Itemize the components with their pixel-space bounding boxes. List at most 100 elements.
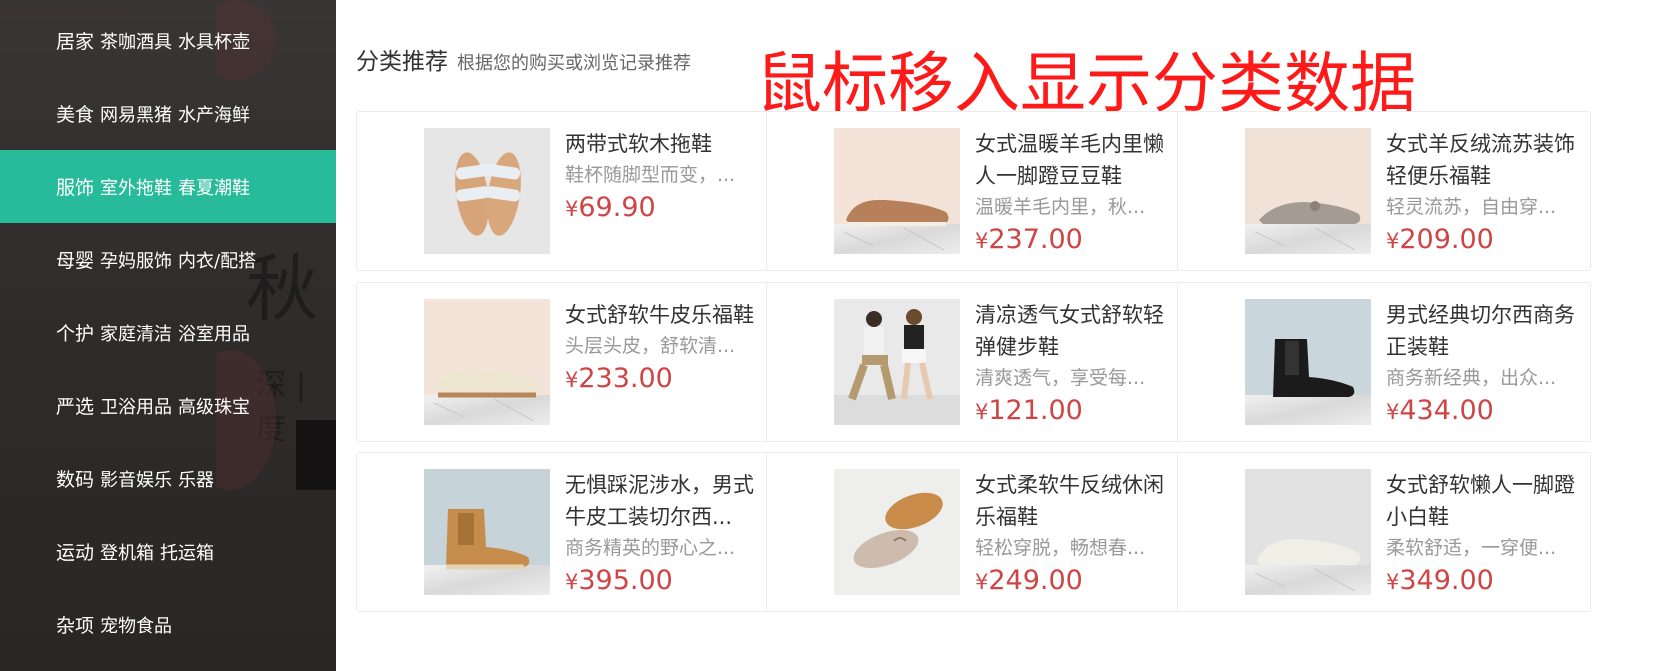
- product-card[interactable]: 女式柔软牛反绒休闲乐福鞋 轻松穿脱，畅想春... ¥249.00: [766, 452, 1180, 612]
- product-desc: 头层头皮，舒软清...: [565, 335, 736, 357]
- product-price: ¥209.00: [1386, 222, 1582, 259]
- category-sub-link[interactable]: 网易黑猪: [100, 101, 172, 127]
- price-value: 395.00: [578, 565, 673, 596]
- product-info: 清凉透气女式舒软轻弹健步鞋 清爽透气，享受每... ¥121.00: [975, 299, 1171, 430]
- product-name[interactable]: 女式舒软牛皮乐福鞋: [565, 299, 761, 331]
- currency-symbol: ¥: [1386, 570, 1400, 594]
- category-main-link[interactable]: 杂项: [56, 611, 94, 638]
- sidebar-item-0[interactable]: 居家 茶咖酒具 水具杯壶: [0, 4, 336, 77]
- product-card[interactable]: 女式舒软懒人一脚蹬小白鞋 柔软舒适，一穿便... ¥349.00: [1177, 452, 1591, 612]
- product-desc: 温暖羊毛内里，秋...: [975, 196, 1146, 218]
- product-price: ¥249.00: [975, 563, 1171, 600]
- category-sub-link[interactable]: 高级珠宝: [178, 393, 250, 419]
- category-sub-link[interactable]: 家庭清洁: [100, 320, 172, 346]
- product-image[interactable]: [424, 128, 550, 254]
- sidebar-item-7[interactable]: 运动 登机箱 托运箱: [0, 515, 336, 588]
- category-main-link[interactable]: 母婴: [56, 246, 94, 273]
- product-name[interactable]: 女式温暖羊毛内里懒人一脚蹬豆豆鞋: [975, 128, 1171, 192]
- product-image[interactable]: [424, 469, 550, 595]
- currency-symbol: ¥: [565, 570, 579, 594]
- price-value: 237.00: [988, 224, 1083, 255]
- product-desc: 鞋杯随脚型而变，...: [565, 164, 736, 186]
- category-main-link[interactable]: 服饰: [56, 173, 94, 200]
- category-sub-link[interactable]: 水产海鲜: [178, 101, 250, 127]
- category-sub-link[interactable]: 登机箱: [100, 539, 154, 565]
- product-card[interactable]: 女式舒软牛皮乐福鞋 头层头皮，舒软清... ¥233.00: [356, 282, 770, 442]
- product-name[interactable]: 女式舒软懒人一脚蹬小白鞋: [1386, 469, 1582, 533]
- sidebar-item-4[interactable]: 个护 家庭清洁 浴室用品: [0, 296, 336, 369]
- currency-symbol: ¥: [565, 368, 579, 392]
- category-main-link[interactable]: 数码: [56, 465, 94, 492]
- product-image[interactable]: [834, 299, 960, 425]
- category-main-link[interactable]: 严选: [56, 392, 94, 419]
- currency-symbol: ¥: [1386, 400, 1400, 424]
- price-value: 434.00: [1399, 395, 1494, 426]
- product-card[interactable]: 女式温暖羊毛内里懒人一脚蹬豆豆鞋 温暖羊毛内里，秋... ¥237.00: [766, 111, 1180, 271]
- category-sub-link[interactable]: 室外拖鞋: [100, 174, 172, 200]
- category-sub-link[interactable]: 水具杯壶: [178, 28, 250, 54]
- product-name[interactable]: 女式柔软牛反绒休闲乐福鞋: [975, 469, 1171, 533]
- price-value: 69.90: [578, 192, 656, 223]
- product-name[interactable]: 两带式软木拖鞋: [565, 128, 761, 160]
- category-sidebar: 秋 深|度 居家 茶咖酒具 水具杯壶 美食 网易黑猪 水产海鲜 服饰 室外拖鞋 春夏潮鞋 母婴 孕妈…: [0, 0, 336, 671]
- product-name[interactable]: 男式经典切尔西商务正装鞋: [1386, 299, 1582, 363]
- product-name[interactable]: 清凉透气女式舒软轻弹健步鞋: [975, 299, 1171, 363]
- sidebar-item-1[interactable]: 美食 网易黑猪 水产海鲜: [0, 77, 336, 150]
- product-card[interactable]: 两带式软木拖鞋 鞋杯随脚型而变，... ¥69.90: [356, 111, 770, 271]
- product-info: 女式舒软牛皮乐福鞋 头层头皮，舒软清... ¥233.00: [565, 299, 761, 398]
- category-main-link[interactable]: 运动: [56, 538, 94, 565]
- product-desc: 商务新经典，出众...: [1386, 367, 1557, 389]
- panel-subtitle: 根据您的购买或浏览记录推荐: [457, 53, 691, 74]
- product-desc: 轻松穿脱，畅想春...: [975, 537, 1146, 559]
- category-sub-link[interactable]: 乐器: [178, 466, 214, 492]
- product-image[interactable]: [834, 128, 960, 254]
- sidebar-item-3[interactable]: 母婴 孕妈服饰 内衣/配搭: [0, 223, 336, 296]
- product-info: 女式羊反绒流苏装饰轻便乐福鞋 轻灵流苏，自由穿... ¥209.00: [1386, 128, 1582, 259]
- category-page: 秋 深|度 居家 茶咖酒具 水具杯壶 美食 网易黑猪 水产海鲜 服饰 室外拖鞋 春夏潮鞋 母婴 孕妈…: [0, 0, 1653, 671]
- category-sub-link[interactable]: 影音娱乐: [100, 466, 172, 492]
- category-sub-link[interactable]: 内衣/配搭: [178, 247, 256, 273]
- product-image[interactable]: [1245, 128, 1371, 254]
- price-value: 249.00: [988, 565, 1083, 596]
- product-card[interactable]: 清凉透气女式舒软轻弹健步鞋 清爽透气，享受每... ¥121.00: [766, 282, 1180, 442]
- panel-header: 分类推荐 根据您的购买或浏览记录推荐: [356, 42, 691, 76]
- category-main-link[interactable]: 居家: [56, 27, 94, 54]
- category-sub-link[interactable]: 宠物食品: [100, 612, 172, 638]
- product-name[interactable]: 女式羊反绒流苏装饰轻便乐福鞋: [1386, 128, 1582, 192]
- price-value: 121.00: [988, 395, 1083, 426]
- product-desc: 清爽透气，享受每...: [975, 367, 1146, 389]
- category-sub-link[interactable]: 浴室用品: [178, 320, 250, 346]
- sidebar-item-5[interactable]: 严选 卫浴用品 高级珠宝: [0, 369, 336, 442]
- category-main-link[interactable]: 美食: [56, 100, 94, 127]
- product-desc: 柔软舒适，一穿便...: [1386, 537, 1557, 559]
- product-info: 女式舒软懒人一脚蹬小白鞋 柔软舒适，一穿便... ¥349.00: [1386, 469, 1582, 600]
- product-info: 两带式软木拖鞋 鞋杯随脚型而变，... ¥69.90: [565, 128, 761, 227]
- product-card[interactable]: 无惧踩泥涉水，男式牛皮工装切尔西... 商务精英的野心之... ¥395.00: [356, 452, 770, 612]
- product-image[interactable]: [1245, 299, 1371, 425]
- sidebar-item-8[interactable]: 杂项 宠物食品: [0, 588, 336, 661]
- category-sub-link[interactable]: 茶咖酒具: [100, 28, 172, 54]
- sidebar-item-2[interactable]: 服饰 室外拖鞋 春夏潮鞋: [0, 150, 336, 223]
- product-image[interactable]: [834, 469, 960, 595]
- category-sub-link[interactable]: 托运箱: [160, 539, 214, 565]
- product-name[interactable]: 无惧踩泥涉水，男式牛皮工装切尔西...: [565, 469, 761, 533]
- price-value: 349.00: [1399, 565, 1494, 596]
- product-card[interactable]: 女式羊反绒流苏装饰轻便乐福鞋 轻灵流苏，自由穿... ¥209.00: [1177, 111, 1591, 271]
- sidebar-item-6[interactable]: 数码 影音娱乐 乐器: [0, 442, 336, 515]
- category-sub-link[interactable]: 孕妈服饰: [100, 247, 172, 273]
- currency-symbol: ¥: [975, 229, 989, 253]
- currency-symbol: ¥: [975, 400, 989, 424]
- category-list: 居家 茶咖酒具 水具杯壶 美食 网易黑猪 水产海鲜 服饰 室外拖鞋 春夏潮鞋 母婴 孕妈服饰 内衣/配…: [0, 4, 336, 661]
- category-panel: 分类推荐 根据您的购买或浏览记录推荐 鼠标移入显示分类数据 两带式软木拖鞋 鞋杯…: [336, 0, 1653, 671]
- product-card[interactable]: 男式经典切尔西商务正装鞋 商务新经典，出众... ¥434.00: [1177, 282, 1591, 442]
- product-price: ¥395.00: [565, 563, 761, 600]
- product-price: ¥349.00: [1386, 563, 1582, 600]
- product-image[interactable]: [424, 299, 550, 425]
- category-sub-link[interactable]: 卫浴用品: [100, 393, 172, 419]
- currency-symbol: ¥: [1386, 229, 1400, 253]
- category-main-link[interactable]: 个护: [56, 319, 94, 346]
- category-sub-link[interactable]: 春夏潮鞋: [178, 174, 250, 200]
- product-price: ¥121.00: [975, 393, 1171, 430]
- panel-title: 分类推荐: [356, 49, 448, 75]
- product-image[interactable]: [1245, 469, 1371, 595]
